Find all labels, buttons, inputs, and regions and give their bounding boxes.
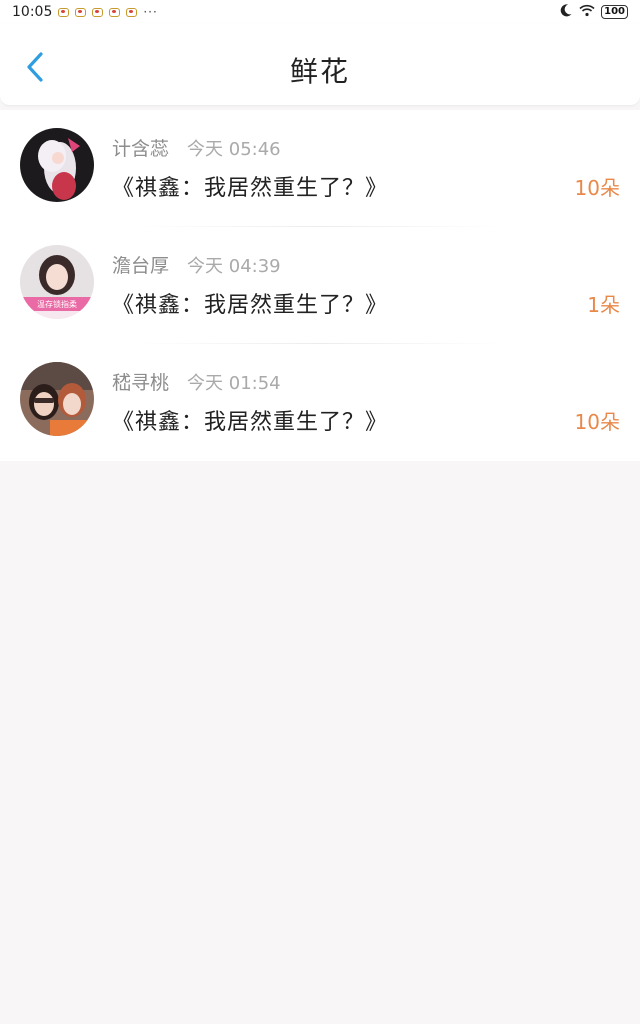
moon-icon [559,3,573,21]
item-meta: 嵇寻桃 今天 01:54 [112,368,281,395]
page-title: 鲜花 [289,55,350,88]
sender-name: 嵇寻桃 [112,372,170,394]
notification-icon [58,7,70,17]
more-notifications-dots: ··· [143,5,158,19]
sender-name: 澹台厚 [112,255,170,277]
app-header: 鲜花 [0,24,640,106]
status-left: 10:05 ··· [12,4,158,20]
list-item[interactable]: 计含蕊 今天 05:46 《祺鑫：我居然重生了？》 10朵 [0,110,640,227]
book-title: 《祺鑫：我居然重生了？》 [112,410,389,435]
notification-icon [75,7,87,17]
flower-count: 10朵 [574,410,620,434]
status-bar: 10:05 ··· 100 [0,0,640,24]
timestamp: 今天 05:46 [187,139,281,160]
timestamp: 今天 01:54 [187,373,281,394]
item-meta: 澹台厚 今天 04:39 [112,251,281,278]
wifi-icon [579,4,595,21]
status-time: 10:05 [12,4,53,20]
avatar[interactable]: 温存锁指柔 [20,245,94,319]
avatar[interactable] [20,128,94,202]
flower-count: 1朵 [587,293,620,317]
flower-gift-list: 计含蕊 今天 05:46 《祺鑫：我居然重生了？》 10朵 温存锁指柔 澹台厚 … [0,110,640,461]
status-right: 100 [559,3,628,21]
notification-icon [109,7,121,17]
list-item[interactable]: 嵇寻桃 今天 01:54 《祺鑫：我居然重生了？》 10朵 [0,344,640,461]
timestamp: 今天 04:39 [187,256,281,277]
battery-indicator: 100 [601,5,628,19]
book-title: 《祺鑫：我居然重生了？》 [112,176,389,201]
item-meta: 计含蕊 今天 05:46 [112,134,281,161]
book-title: 《祺鑫：我居然重生了？》 [112,293,389,318]
notification-icon [92,7,104,17]
sender-name: 计含蕊 [112,138,170,160]
avatar-caption: 温存锁指柔 [37,299,77,309]
list-item[interactable]: 温存锁指柔 澹台厚 今天 04:39 《祺鑫：我居然重生了？》 1朵 [0,227,640,344]
avatar[interactable] [20,362,94,436]
flower-count: 10朵 [574,176,620,200]
notification-icon [126,7,138,17]
